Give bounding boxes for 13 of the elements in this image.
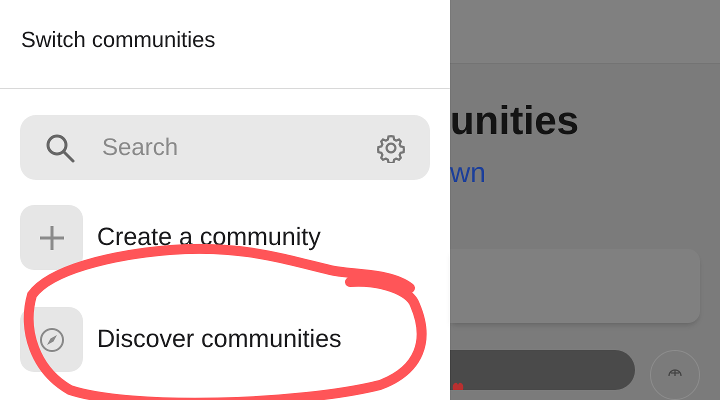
heart-icon — [452, 382, 464, 390]
search-icon — [44, 132, 76, 164]
settings-icon[interactable] — [376, 132, 406, 162]
pill-button[interactable] — [450, 350, 635, 390]
search-bar[interactable]: Search — [20, 115, 430, 180]
round-button[interactable] — [650, 350, 700, 400]
page-heading: unities — [450, 100, 580, 141]
menu-item[interactable]: Discover communities — [97, 320, 342, 358]
search-field[interactable]: Search — [102, 130, 350, 166]
compass-icon — [38, 326, 64, 352]
drawer-title: Switch communities — [21, 26, 216, 54]
globe-icon — [668, 368, 682, 376]
plus-icon — [38, 224, 66, 252]
